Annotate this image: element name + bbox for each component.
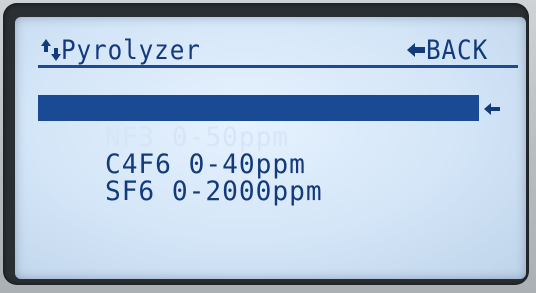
page-title: Pyrolyzer <box>61 35 201 66</box>
menu-item-nf3[interactable]: NF3 0-50ppm <box>38 97 289 151</box>
menu-item-c4f6[interactable]: C4F6 0-40ppm <box>38 124 306 178</box>
selection-cursor-icon <box>484 103 500 115</box>
menu-item-label: SF6 0-2000ppm <box>104 176 323 207</box>
lcd-screen: Pyrolyzer BACK NF3 0-50ppm C4F6 0-40ppm … <box>15 17 526 279</box>
back-button[interactable]: BACK <box>426 37 488 64</box>
up-down-arrows-icon <box>41 39 61 61</box>
header-divider <box>38 65 518 68</box>
back-arrow-icon <box>407 43 425 57</box>
menu-item-sf6[interactable]: SF6 0-2000ppm <box>38 151 323 205</box>
